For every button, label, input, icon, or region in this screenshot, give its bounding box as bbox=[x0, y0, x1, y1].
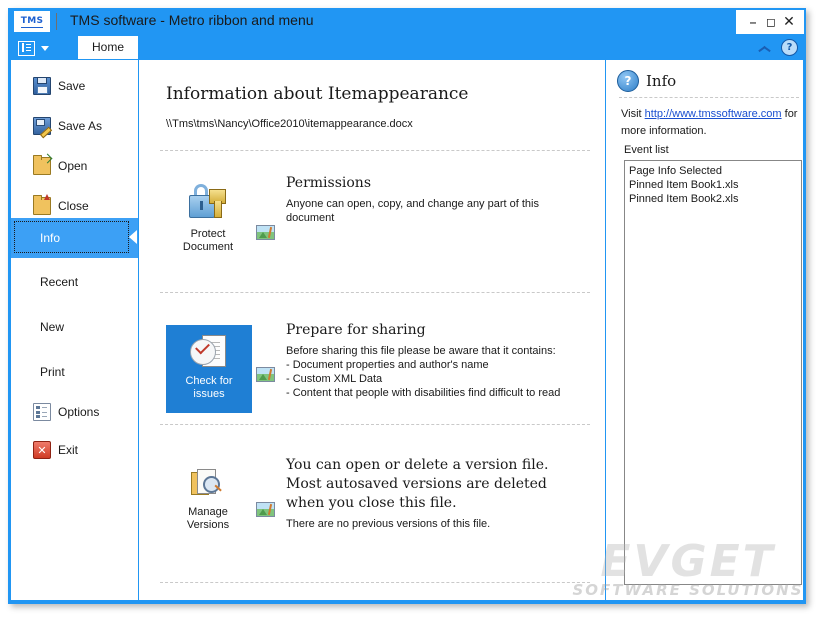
selection-arrow-icon bbox=[129, 230, 137, 244]
close-folder-icon bbox=[33, 197, 51, 215]
sidebar-item-label: New bbox=[40, 320, 64, 334]
tmssoftware-link[interactable]: http://www.tmssoftware.com bbox=[645, 108, 782, 120]
sidebar-item-options[interactable]: Options bbox=[11, 392, 138, 432]
sidebar-item-label: Save bbox=[58, 79, 85, 93]
section-body-line: - Custom XML Data bbox=[286, 372, 596, 386]
sidebar-item-label: Close bbox=[58, 199, 89, 213]
list-item[interactable]: Pinned Item Book2.xls bbox=[629, 192, 797, 206]
minimize-icon[interactable]: – bbox=[744, 12, 762, 32]
sidebar-item-label: Open bbox=[58, 159, 87, 173]
section-body-line: - Document properties and author's name bbox=[286, 358, 596, 372]
close-icon[interactable]: ✕ bbox=[780, 12, 798, 32]
sidebar-item-label: Exit bbox=[58, 443, 78, 457]
exit-icon: ✕ bbox=[33, 441, 51, 459]
page-title: Information about Itemappearance bbox=[166, 84, 468, 104]
chevron-down-icon bbox=[41, 46, 49, 51]
sidebar-item-label: Info bbox=[40, 231, 60, 245]
separator bbox=[160, 292, 590, 293]
protect-document-button[interactable]: Protect Document bbox=[165, 182, 251, 254]
window-controls: – ◻ ✕ bbox=[736, 10, 804, 34]
sidebar-item-print[interactable]: Print bbox=[11, 352, 138, 392]
app-logo-text: TMS bbox=[21, 16, 43, 28]
focus-outline bbox=[14, 221, 129, 253]
button-label-line2: Versions bbox=[187, 519, 229, 532]
separator bbox=[160, 582, 590, 583]
picture-thumbnail-icon bbox=[256, 502, 275, 517]
section-title: Permissions bbox=[286, 175, 371, 191]
application-menu-button[interactable] bbox=[18, 38, 66, 58]
section-title: Prepare for sharing bbox=[286, 322, 426, 338]
sidebar-item-label: Options bbox=[58, 405, 99, 419]
menu-list-icon bbox=[18, 41, 35, 56]
collapse-ribbon-icon[interactable] bbox=[758, 41, 772, 55]
side-panel-header: ? Info bbox=[617, 70, 676, 92]
maximize-icon[interactable]: ◻ bbox=[762, 12, 780, 32]
floppy-disk-icon bbox=[33, 77, 51, 95]
check-document-icon bbox=[190, 335, 228, 369]
sidebar-item-label: Recent bbox=[40, 275, 78, 289]
sidebar-item-exit[interactable]: ✕ Exit bbox=[11, 430, 138, 470]
intro-prefix: Visit bbox=[621, 108, 645, 120]
info-content-panel: Information about Itemappearance \\Tms\t… bbox=[140, 60, 606, 600]
options-icon bbox=[33, 403, 51, 421]
sidebar-item-recent[interactable]: Recent bbox=[11, 262, 138, 302]
sidebar-item-save[interactable]: Save bbox=[11, 66, 138, 106]
list-item[interactable]: Page Info Selected bbox=[629, 164, 797, 178]
button-label-line1: Manage bbox=[188, 506, 228, 519]
separator bbox=[160, 150, 590, 151]
app-logo[interactable]: TMS bbox=[14, 11, 50, 32]
question-mark-icon: ? bbox=[617, 70, 639, 92]
titlebar-divider bbox=[56, 13, 57, 30]
separator bbox=[619, 97, 799, 98]
manage-versions-icon bbox=[191, 468, 225, 500]
section-title: You can open or delete a version file. M… bbox=[286, 456, 586, 513]
section-body: Anyone can open, copy, and change any pa… bbox=[286, 197, 568, 225]
manage-versions-button[interactable]: Manage Versions bbox=[165, 468, 251, 532]
sidebar-item-label: Save As bbox=[58, 119, 102, 133]
separator bbox=[160, 424, 590, 425]
application-window: TMS TMS software - Metro ribbon and menu… bbox=[8, 8, 806, 604]
title-bar: TMS TMS software - Metro ribbon and menu… bbox=[8, 8, 806, 36]
backstage-view: Save Save As Open Close Info Recent bbox=[11, 60, 803, 600]
button-label-line2: issues bbox=[193, 388, 224, 401]
tab-home[interactable]: Home bbox=[78, 36, 138, 59]
save-as-icon bbox=[33, 117, 51, 135]
sidebar-item-info[interactable]: Info bbox=[11, 218, 138, 258]
button-label-line1: Check for bbox=[185, 375, 232, 388]
sidebar-item-open[interactable]: Open bbox=[11, 146, 138, 186]
ribbon-tab-strip: Home ? bbox=[8, 36, 806, 60]
section-body-line: Before sharing this file please be aware… bbox=[286, 344, 596, 358]
event-listbox[interactable]: Page Info Selected Pinned Item Book1.xls… bbox=[624, 160, 802, 585]
info-side-panel: ? Info Visit http://www.tmssoftware.com … bbox=[607, 60, 803, 600]
section-body-line: - Content that people with disabilities … bbox=[286, 386, 596, 400]
event-list-label: Event list bbox=[624, 144, 669, 156]
backstage-menu: Save Save As Open Close Info Recent bbox=[11, 60, 139, 600]
side-panel-intro: Visit http://www.tmssoftware.com for mor… bbox=[621, 106, 799, 140]
sidebar-item-label: Print bbox=[40, 365, 65, 379]
help-icon[interactable]: ? bbox=[781, 39, 798, 56]
section-body: There are no previous versions of this f… bbox=[286, 517, 586, 531]
sidebar-item-save-as[interactable]: Save As bbox=[11, 106, 138, 146]
ribbon-right-controls: ? bbox=[758, 39, 798, 56]
open-folder-icon bbox=[33, 157, 51, 175]
lock-and-key-icon bbox=[187, 182, 229, 222]
document-path: \\Tms\tms\Nancy\Office2010\itemappearanc… bbox=[166, 118, 413, 130]
list-item[interactable]: Pinned Item Book1.xls bbox=[629, 178, 797, 192]
side-panel-title: Info bbox=[646, 72, 676, 90]
sidebar-item-new[interactable]: New bbox=[11, 307, 138, 347]
window-title: TMS software - Metro ribbon and menu bbox=[70, 12, 314, 28]
button-label-line1: Protect bbox=[191, 228, 226, 241]
picture-thumbnail-icon bbox=[256, 225, 275, 240]
check-for-issues-button[interactable]: Check for issues bbox=[166, 325, 252, 413]
button-label-line2: Document bbox=[183, 241, 233, 254]
picture-thumbnail-icon bbox=[256, 367, 275, 382]
